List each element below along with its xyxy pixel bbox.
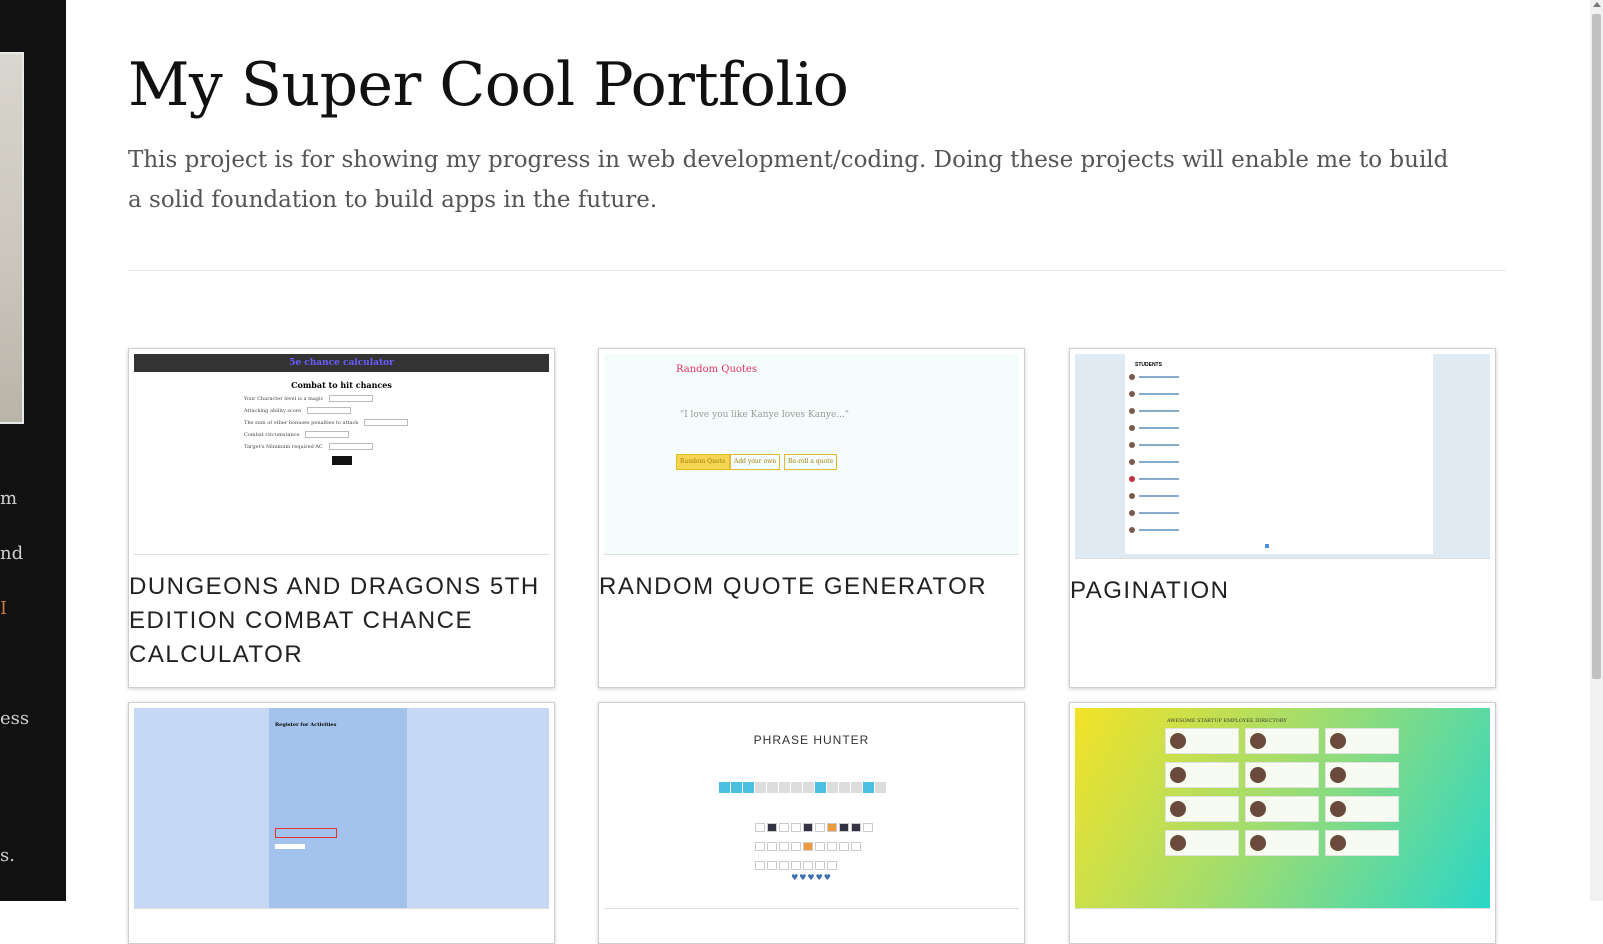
thumb-quote: "I love you like Kanye loves Kanye..." [680,410,850,420]
sidebar-text-fragment: nd [0,543,24,564]
divider [128,270,1506,271]
thumb-form-row: Target's Minimum required AC [244,443,549,450]
project-thumbnail[interactable]: PHRASE HUNTER ♥♥♥♥♥ [604,708,1019,909]
thumb-student-list: STUDENTS [1125,354,1433,554]
thumb-heading: PHRASE HUNTER [753,733,870,747]
thumb-keyboard [754,818,874,875]
project-card-employee-directory[interactable]: AWESOME STARTUP EMPLOYEE DIRECTORY [1069,702,1496,944]
project-card-dnd-calculator[interactable]: 5e chance calculator Combat to hit chanc… [128,348,555,688]
thumb-random-quote-button: Random Quote [676,454,730,470]
project-title[interactable]: Pagination [1070,564,1495,608]
sidebar-text-fragment: s. [0,845,15,866]
project-thumbnail[interactable]: Random Quotes "I love you like Kanye lov… [604,354,1019,555]
thumb-phrase-tiles [719,778,887,797]
thumb-app-title: 5e chance calculator [134,354,549,372]
thumb-heading: Combat to hit chances [291,380,392,390]
thumb-add-quote-button: Add your own [730,454,781,470]
thumb-form-column: Register for Activities [269,708,407,908]
thumb-form-row: Combat circumstance [244,431,549,438]
project-card-registration-form[interactable]: Register for Activities [128,702,555,944]
thumb-heading: Register for Activities [275,722,337,728]
thumb-lives-hearts: ♥♥♥♥♥ [791,873,832,882]
page-intro: This project is for showing my progress … [128,147,1449,213]
thumb-app-title: Random Quotes [676,364,757,375]
sidebar-text-fragment: m [0,488,18,509]
thumb-heading: AWESOME STARTUP EMPLOYEE DIRECTORY [1167,718,1287,724]
project-card-pagination[interactable]: STUDENTS Pagination [1069,348,1496,688]
page-title: My Super Cool Portfolio [128,50,849,120]
thumb-heading: STUDENTS [1135,362,1162,368]
thumb-calculate-button [331,456,352,465]
sidebar-text-fragment: ess [0,708,30,729]
thumb-form-row: The sum of other bonuses penalties to at… [244,419,549,426]
thumb-reroll-button: Re-roll a quote [784,454,838,470]
project-card-phrase-hunter[interactable]: PHRASE HUNTER ♥♥♥♥♥ [598,702,1025,944]
thumb-form-row: Attacking ability score [244,407,549,414]
vertical-scrollbar[interactable] [1590,0,1603,901]
sidebar-link-fragment[interactable]: I [0,598,7,619]
project-thumbnail[interactable]: 5e chance calculator Combat to hit chanc… [134,354,549,555]
project-title[interactable]: Dungeons and Dragons 5th Edition Combat … [129,560,554,672]
sidebar: m nd I ess s. [0,0,66,901]
project-card-random-quote[interactable]: Random Quotes "I love you like Kanye lov… [598,348,1025,688]
project-title[interactable]: Random Quote Generator [599,560,1024,604]
project-thumbnail[interactable]: Register for Activities [134,708,549,909]
profile-photo [0,52,24,424]
project-thumbnail[interactable]: STUDENTS [1075,354,1490,559]
thumb-form-row: Your Character level is a magic [244,395,549,402]
scrollbar-thumb[interactable] [1592,14,1601,679]
scroll-up-arrow-icon[interactable] [1593,2,1601,7]
project-thumbnail[interactable]: AWESOME STARTUP EMPLOYEE DIRECTORY [1075,708,1490,909]
